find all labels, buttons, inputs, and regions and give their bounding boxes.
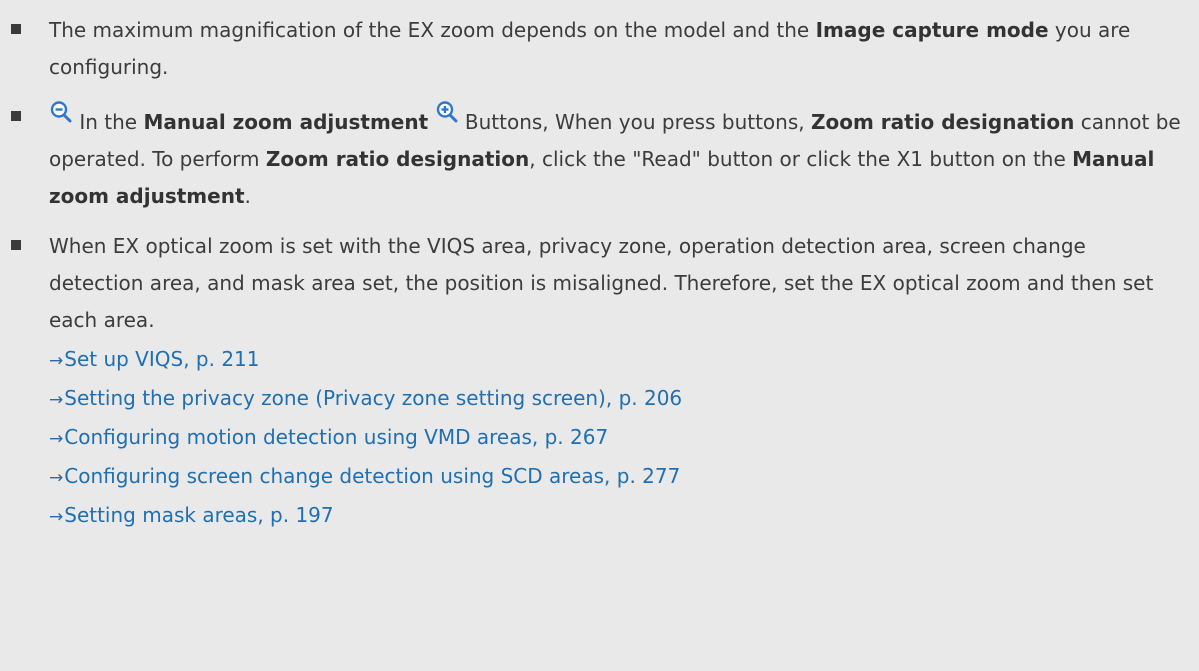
document-page: The maximum magnification of the EX zoom… — [0, 0, 1199, 671]
link-privacy-zone[interactable]: →Setting the privacy zone (Privacy zone … — [49, 380, 1183, 419]
bullet-square-icon — [11, 24, 21, 34]
link-set-up-viqs[interactable]: →Set up VIQS, p. 211 — [49, 341, 1183, 380]
link-text: Set up VIQS, p. 211 — [64, 347, 260, 371]
arrow-right-icon: → — [49, 390, 64, 410]
note-item-1: The maximum magnification of the EX zoom… — [11, 12, 1183, 86]
link-text: Configuring screen change detection usin… — [64, 464, 681, 488]
arrow-right-icon: → — [49, 351, 64, 371]
note-text: In the — [73, 110, 144, 134]
zoom-out-icon — [49, 99, 73, 123]
cross-reference-links: →Set up VIQS, p. 211 →Setting the privac… — [49, 341, 1183, 536]
link-text: Configuring motion detection using VMD a… — [64, 425, 609, 449]
link-text: Setting mask areas, p. 197 — [64, 503, 334, 527]
note-item-3: When EX optical zoom is set with the VIQ… — [11, 228, 1183, 536]
note-text: When EX optical zoom is set with the VIQ… — [49, 234, 1154, 332]
notes-list: The maximum magnification of the EX zoom… — [11, 12, 1183, 536]
note-text: Buttons, When you press buttons, — [458, 110, 811, 134]
note-text: , click the "Read" but­ton or click the … — [529, 147, 1073, 171]
arrow-right-icon: → — [49, 468, 64, 488]
link-mask-areas[interactable]: →Setting mask areas, p. 197 — [49, 497, 1183, 536]
ui-term: Manual zoom adjustment — [143, 110, 429, 134]
bullet-square-icon — [11, 111, 21, 121]
zoom-in-icon — [435, 99, 459, 123]
link-text: Setting the privacy zone (Privacy zone s… — [64, 386, 683, 410]
note-item-2: In the Manual zoom adjustment Buttons, W… — [11, 99, 1183, 215]
link-vmd-areas[interactable]: →Configuring motion detection using VMD … — [49, 419, 1183, 458]
bullet-square-icon — [11, 240, 21, 250]
link-scd-areas[interactable]: →Configuring screen change detection usi… — [49, 458, 1183, 497]
ui-term: Zoom ratio designation — [265, 147, 530, 171]
note-text: . — [244, 184, 251, 208]
ui-term: Image capture mode — [815, 18, 1049, 42]
arrow-right-icon: → — [49, 507, 64, 527]
ui-term: Zoom ratio designation — [810, 110, 1075, 134]
note-text: The maximum magnification of the EX zoom… — [49, 18, 816, 42]
arrow-right-icon: → — [49, 429, 64, 449]
